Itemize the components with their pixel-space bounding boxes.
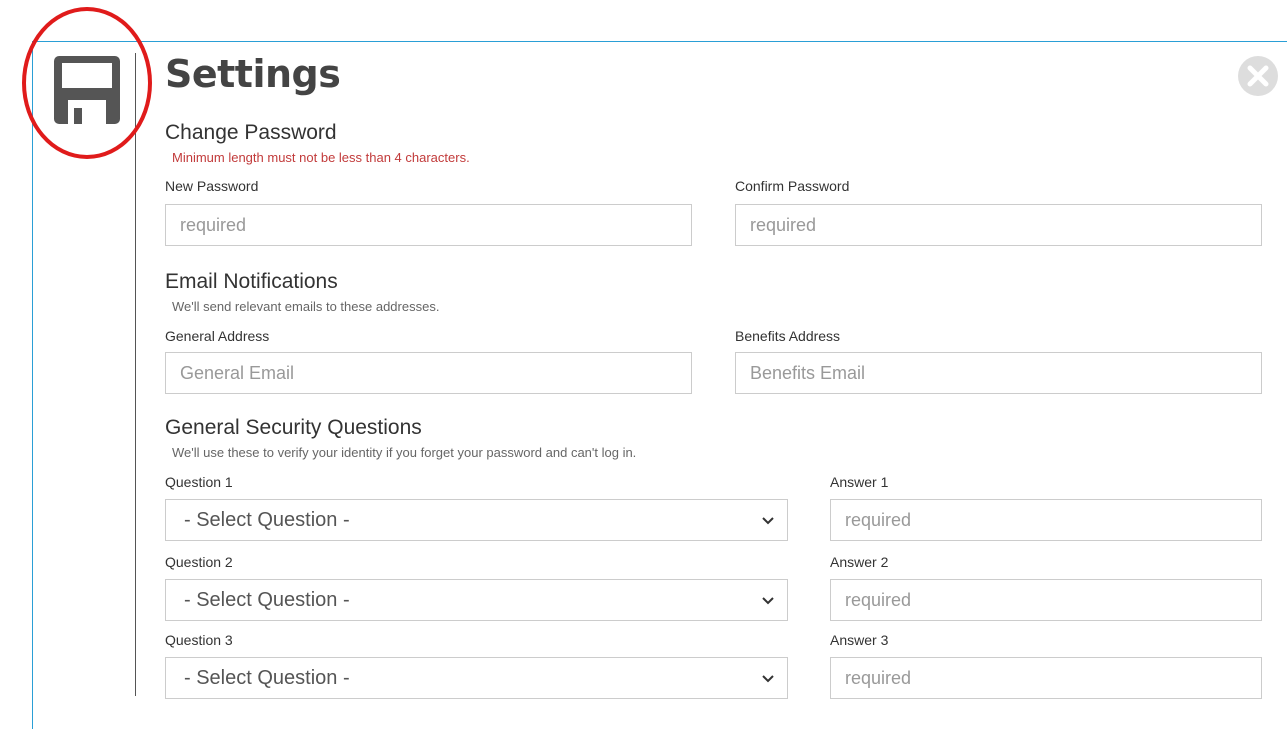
close-circle-icon	[1238, 56, 1278, 96]
question-2-select[interactable]: - Select Question -	[165, 579, 788, 621]
answer-2-label: Answer 2	[830, 554, 889, 570]
new-password-label: New Password	[165, 178, 259, 194]
question-3-select[interactable]: - Select Question -	[165, 657, 788, 699]
answer-2-input[interactable]	[830, 579, 1262, 621]
question-2-selected-value: - Select Question -	[184, 588, 350, 611]
question-1-selected-value: - Select Question -	[184, 508, 350, 531]
question-1-select[interactable]: - Select Question -	[165, 499, 788, 541]
password-error-message: Minimum length must not be less than 4 c…	[172, 150, 470, 165]
general-email-input[interactable]	[165, 352, 692, 394]
benefits-email-input[interactable]	[735, 352, 1262, 394]
confirm-password-label: Confirm Password	[735, 178, 850, 194]
floppy-disk-icon	[54, 56, 120, 124]
question-3-label: Question 3	[165, 632, 233, 648]
email-notifications-subtitle: We'll send relevant emails to these addr…	[172, 299, 440, 314]
general-address-label: General Address	[165, 328, 270, 344]
chevron-down-icon	[762, 675, 774, 683]
question-3-selected-value: - Select Question -	[184, 666, 350, 689]
email-notifications-heading: Email Notifications	[165, 270, 338, 293]
benefits-address-label: Benefits Address	[735, 328, 841, 344]
answer-3-input[interactable]	[830, 657, 1262, 699]
sidebar-divider	[135, 53, 136, 696]
change-password-heading: Change Password	[165, 121, 337, 144]
answer-1-input[interactable]	[830, 499, 1262, 541]
chevron-down-icon	[762, 597, 774, 605]
question-1-label: Question 1	[165, 474, 233, 490]
question-2-label: Question 2	[165, 554, 233, 570]
save-button[interactable]	[52, 54, 122, 126]
answer-1-label: Answer 1	[830, 474, 889, 490]
page-title: Settings	[165, 52, 341, 96]
answer-3-label: Answer 3	[830, 632, 889, 648]
chevron-down-icon	[762, 517, 774, 525]
new-password-input[interactable]	[165, 204, 692, 246]
security-questions-heading: General Security Questions	[165, 416, 422, 439]
close-button[interactable]	[1237, 55, 1279, 97]
confirm-password-input[interactable]	[735, 204, 1262, 246]
security-questions-subtitle: We'll use these to verify your identity …	[172, 445, 637, 460]
